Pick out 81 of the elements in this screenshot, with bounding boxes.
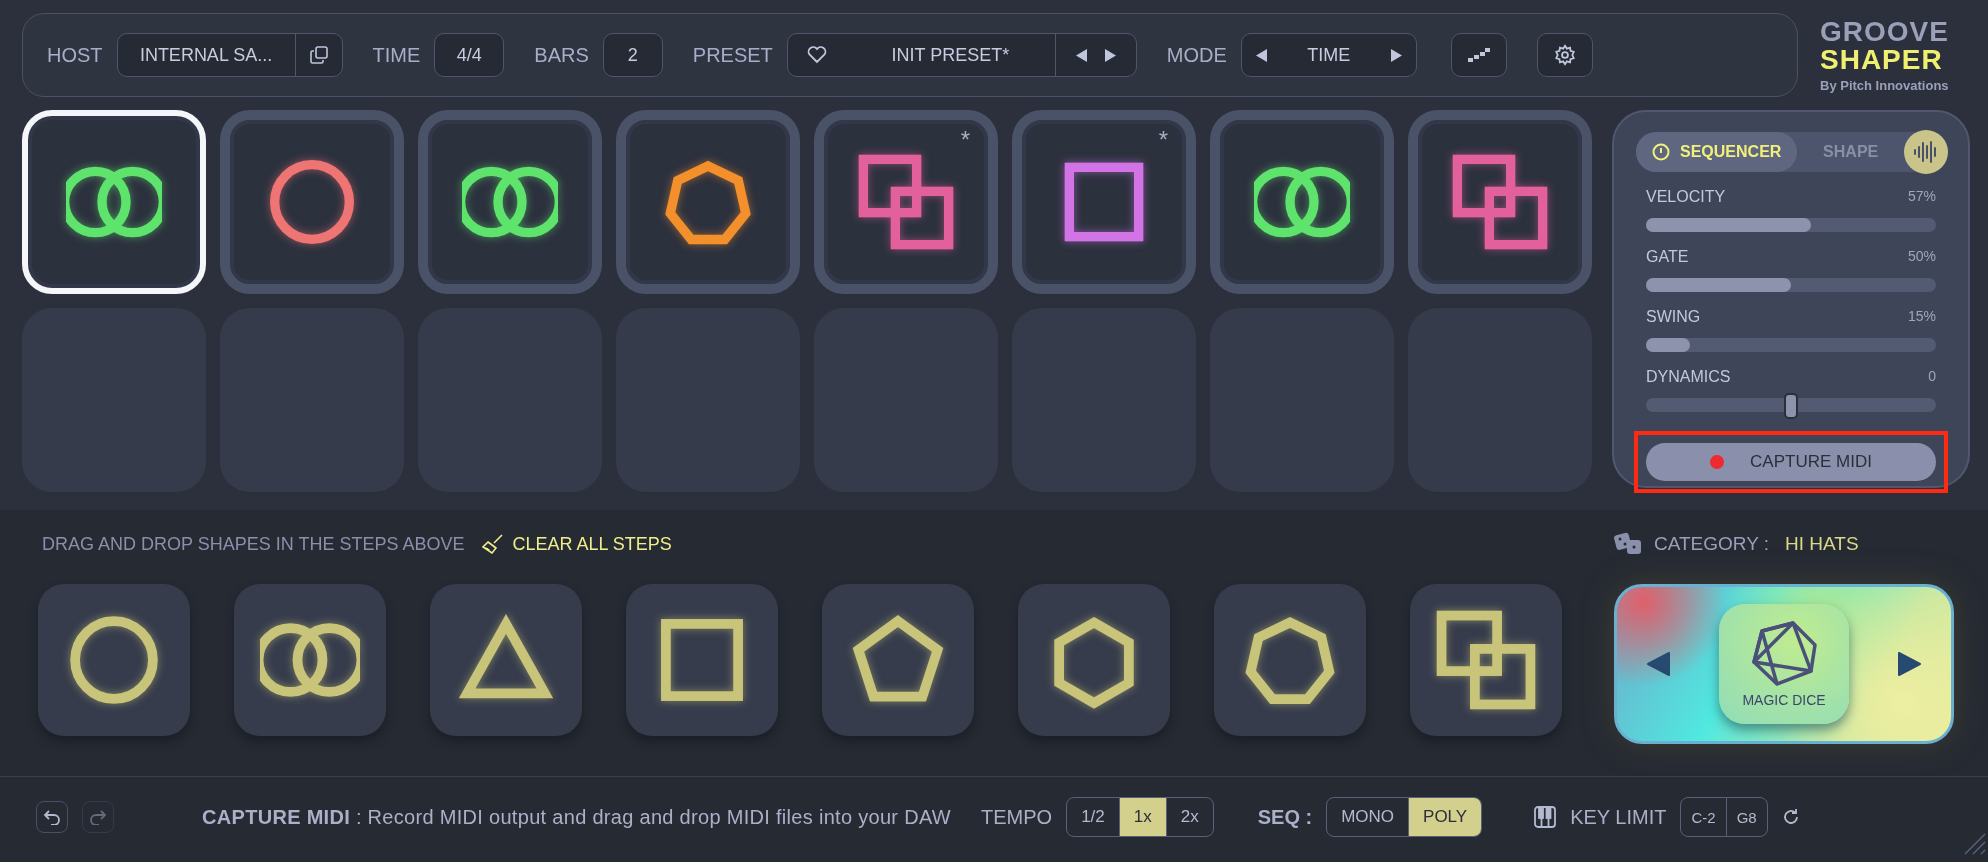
logo-title: SHAPER <box>1820 45 1943 74</box>
shape-tile[interactable] <box>234 584 386 736</box>
redo-icon <box>89 809 107 825</box>
copy-icon[interactable] <box>309 46 328 64</box>
settings-icon <box>1553 44 1576 66</box>
slider-label: VELOCITY <box>1646 188 1726 206</box>
slider-track[interactable] <box>1646 338 1936 352</box>
seq-label: SEQ : <box>1257 805 1313 829</box>
shape-tile[interactable] <box>822 584 974 736</box>
step-pad[interactable] <box>418 110 602 294</box>
slider-reading: 50% <box>1907 248 1936 266</box>
slider-label: SWING <box>1646 308 1701 326</box>
step-pad[interactable] <box>1210 110 1394 294</box>
settings-button[interactable] <box>1536 33 1593 77</box>
double-square-icon <box>1436 610 1536 710</box>
previous-icon <box>1647 652 1671 676</box>
slider-track[interactable] <box>1646 393 1936 417</box>
time-label: TIME <box>372 43 421 67</box>
slider-track[interactable] <box>1646 218 1936 232</box>
d20-dice-icon <box>1751 620 1817 686</box>
undo-button[interactable] <box>36 801 68 833</box>
dice-icon <box>1614 532 1644 556</box>
stairs-icon <box>1467 48 1490 62</box>
preset-label: PRESET <box>692 43 773 67</box>
key-limit-label: KEY LIMIT <box>1570 805 1667 829</box>
slider-label: DYNAMICS <box>1646 368 1731 386</box>
instruction-text: DRAG AND DROP SHAPES IN THE STEPS ABOVE <box>42 533 465 555</box>
logo-byline: By Pitch Innovations <box>1820 77 1949 93</box>
stairs-button[interactable] <box>1450 33 1507 77</box>
option-button[interactable]: 1/2 <box>1067 798 1120 836</box>
shape-tile[interactable] <box>1214 584 1366 736</box>
step-pad[interactable]: * <box>1012 110 1196 294</box>
step-pad[interactable] <box>616 110 800 294</box>
bars-field[interactable]: 2 <box>602 33 663 77</box>
option-button[interactable]: POLY <box>1409 798 1482 836</box>
previous-category-button[interactable] <box>1647 652 1671 676</box>
slider-reading: 0 <box>1928 368 1936 386</box>
clear-all-steps-button[interactable]: CLEAR ALL STEPS <box>482 533 672 555</box>
slider-reading: 57% <box>1907 188 1936 206</box>
waveform-icon <box>1913 140 1939 164</box>
record-icon <box>1710 455 1725 469</box>
magic-dice-button[interactable]: MAGIC DICE <box>1719 604 1849 724</box>
slider-label: GATE <box>1646 248 1689 266</box>
step-pad[interactable]: * <box>814 110 998 294</box>
bars-label: BARS <box>534 43 589 67</box>
modified-mark: * <box>960 126 970 154</box>
shape-tile[interactable] <box>626 584 778 736</box>
category-label: CATEGORY : <box>1654 533 1770 555</box>
capture-midi-button[interactable]: CAPTURE MIDI <box>1646 443 1936 481</box>
slider-track[interactable] <box>1646 278 1936 292</box>
shape-tile[interactable] <box>1018 584 1170 736</box>
next-icon[interactable] <box>1104 48 1116 62</box>
option-button[interactable]: 2x <box>1166 798 1213 836</box>
shape-tile[interactable] <box>38 584 190 736</box>
power-icon <box>1652 143 1670 161</box>
shape-tile[interactable] <box>1410 584 1562 736</box>
next-category-button[interactable] <box>1897 652 1921 676</box>
reset-icon[interactable] <box>1781 808 1800 826</box>
broom-icon <box>482 534 505 554</box>
logo-title: GROOVE <box>1820 17 1949 46</box>
category-value: HI HATS <box>1785 533 1859 555</box>
slider-thumb[interactable] <box>1784 393 1798 419</box>
mode-value[interactable]: TIME <box>1307 44 1351 66</box>
time-signature-field[interactable]: 4/4 <box>434 33 505 77</box>
waveform-button[interactable] <box>1904 130 1948 174</box>
option-button[interactable]: 1x <box>1119 798 1167 836</box>
mode-label: MODE <box>1166 43 1227 67</box>
panel-tab[interactable]: SEQUENCER <box>1636 132 1798 172</box>
hint-text: CAPTURE MIDI : Record MIDI output and drag and drop MIDI files into your DAW <box>202 805 951 829</box>
previous-icon[interactable] <box>1255 48 1267 62</box>
host-label: HOST <box>47 43 103 67</box>
heart-icon[interactable] <box>806 46 827 64</box>
shape-tile[interactable] <box>430 584 582 736</box>
tempo-label: TEMPO <box>981 805 1053 829</box>
previous-icon[interactable] <box>1075 48 1087 62</box>
piano-keys-icon <box>1534 806 1557 828</box>
next-icon <box>1897 652 1921 676</box>
undo-icon <box>43 809 61 825</box>
modified-mark: * <box>1158 126 1168 154</box>
slider-reading: 15% <box>1907 308 1936 326</box>
next-icon[interactable] <box>1390 48 1402 62</box>
